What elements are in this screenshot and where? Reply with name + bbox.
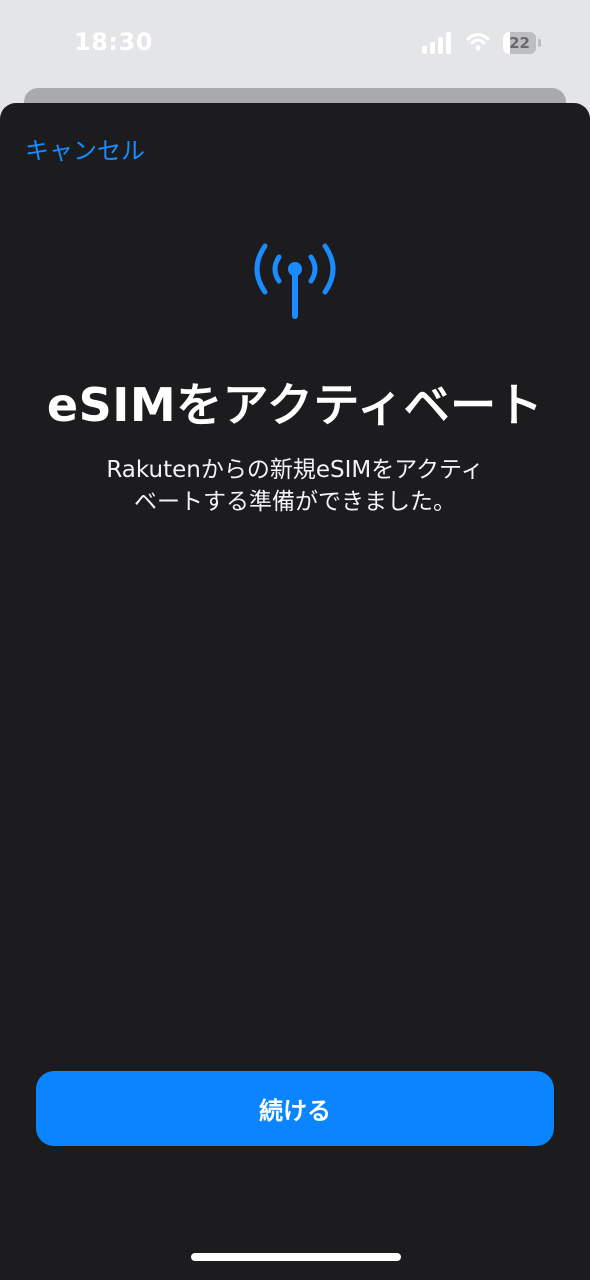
antenna-icon — [254, 243, 336, 319]
home-indicator[interactable] — [191, 1253, 401, 1261]
battery-body: 22 — [503, 32, 536, 54]
battery-icon: 22 — [503, 32, 543, 54]
continue-button[interactable]: 続ける — [36, 1071, 554, 1146]
page-title: eSIMをアクティベート — [46, 378, 544, 432]
battery-cap — [538, 39, 541, 47]
wifi-icon — [466, 33, 490, 51]
screen: 18:30 22 キャンセル eSIMをアクティベート Rakutenからの新規… — [0, 0, 590, 1280]
status-time: 18:30 — [74, 28, 153, 56]
signal-icon — [422, 32, 451, 54]
page-description: Rakutenからの新規eSIMをアクティベートする準備ができました。 — [106, 457, 484, 515]
battery-level: 22 — [509, 34, 530, 52]
status-bar: 18:30 22 — [0, 0, 590, 88]
cancel-button[interactable]: キャンセル — [25, 131, 145, 166]
esim-activation-sheet: キャンセル eSIMをアクティベート Rakutenからの新規eSIMをアクティ… — [0, 103, 590, 1280]
